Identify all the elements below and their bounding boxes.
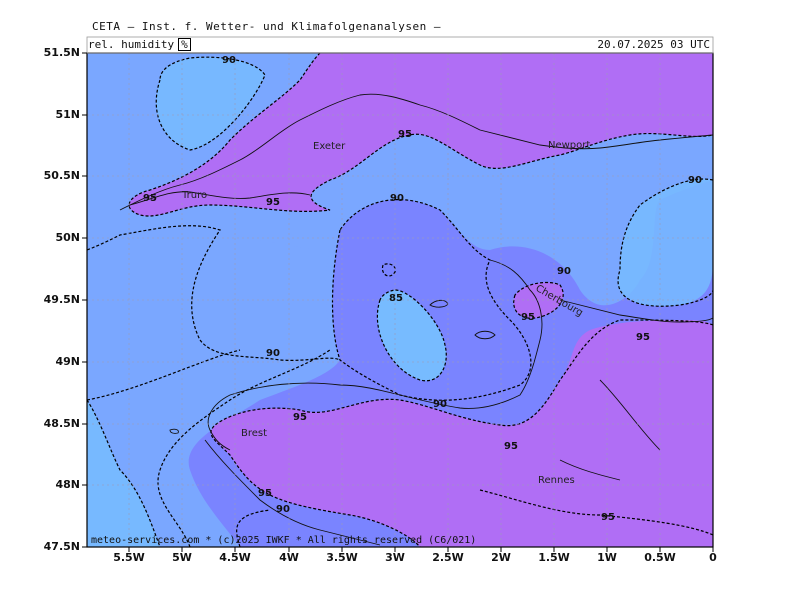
lat-label: 50N (55, 231, 80, 244)
contour-label: 95 (143, 193, 157, 204)
contour-label: 95 (398, 129, 412, 140)
lat-label: 49N (55, 355, 80, 368)
lon-label: 1W (597, 551, 617, 564)
lon-label: 0 (709, 551, 717, 564)
contour-label: 95 (636, 332, 650, 343)
contour-label: 95 (258, 488, 272, 499)
lat-label: 51N (55, 108, 80, 121)
lat-label: 48N (55, 478, 80, 491)
contour-label: 90 (433, 399, 447, 410)
place-newport: Newport (548, 140, 590, 151)
contour-label: 95 (521, 312, 535, 323)
lat-label: 48.5N (43, 417, 80, 430)
place-exeter: Exeter (313, 141, 346, 152)
lon-label: 2W (491, 551, 511, 564)
lon-label: 1.5W (538, 551, 570, 564)
lon-label: 2.5W (432, 551, 464, 564)
parameter-name: rel. humidity (88, 38, 175, 51)
contour-label: 90 (222, 55, 236, 66)
lon-label: 4W (279, 551, 299, 564)
chart-title: CETA — Inst. f. Wetter- und Klimafolgena… (92, 20, 442, 33)
lat-label: 50.5N (43, 169, 80, 182)
lat-label: 51.5N (43, 46, 80, 59)
lat-label: 47.5N (43, 540, 80, 553)
contour-label: 95 (504, 441, 518, 452)
contour-label: 95 (293, 412, 307, 423)
contour-label: 95 (266, 197, 280, 208)
lon-label: 4.5W (219, 551, 251, 564)
contour-label: 95 (601, 512, 615, 523)
lon-label: 3W (385, 551, 405, 564)
contour-label: 90 (688, 175, 702, 186)
place-rennes: Rennes (538, 475, 575, 486)
lon-label: 5W (172, 551, 192, 564)
lon-label: 5.5W (113, 551, 145, 564)
valid-datetime: 20.07.2025 03 UTC (597, 38, 710, 51)
contour-label: 90 (557, 266, 571, 277)
place-truro: Truro (181, 190, 207, 201)
humidity-map: Exeter Truro Newport Cherbourg Brest Ren… (82, 36, 714, 552)
unit-badge: % (178, 38, 191, 51)
contour-label: 90 (276, 504, 290, 515)
lon-label: 3.5W (326, 551, 358, 564)
parameter-label: rel. humidity% (88, 38, 191, 52)
contour-label: 90 (390, 193, 404, 204)
lat-label: 49.5N (43, 293, 80, 306)
contour-label: 90 (266, 348, 280, 359)
contour-label: 85 (389, 293, 403, 304)
place-brest: Brest (241, 428, 267, 439)
lon-label: 0.5W (644, 551, 676, 564)
copyright-footer: meteo-services.com * (c)2025 IWKF * All … (91, 535, 477, 546)
